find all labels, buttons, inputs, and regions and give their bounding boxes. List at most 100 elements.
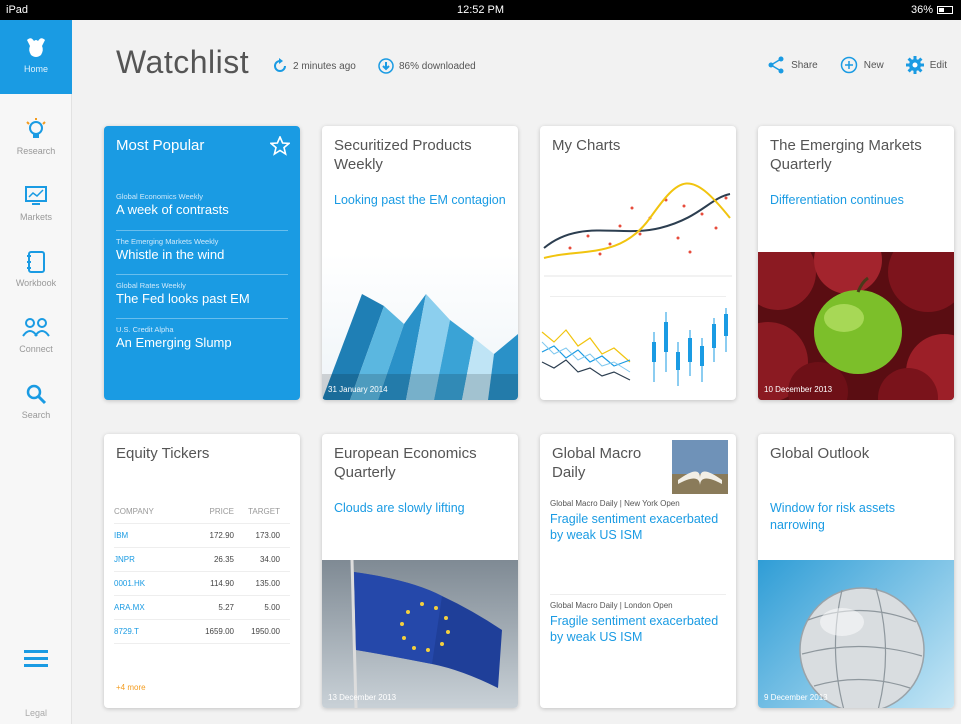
popular-series: U.S. Credit Alpha	[116, 325, 174, 334]
card-image: 31 January 2014	[322, 254, 518, 400]
column-header: COMPANY	[114, 507, 154, 516]
card-title: My Charts	[552, 137, 621, 154]
page-title: Watchlist	[116, 44, 250, 80]
workbook-icon	[27, 251, 45, 273]
gear-icon	[905, 56, 924, 74]
table-row[interactable]: ARA.MX 5.27 5.00	[114, 596, 290, 620]
clock: 12:52 PM	[456, 4, 505, 16]
multi-line-chart-thumbnail	[541, 329, 631, 381]
popular-headline: A week of contrasts	[116, 202, 229, 217]
table-row[interactable]: IBM 172.90 173.00	[114, 524, 290, 548]
ticker-symbol: JNPR	[114, 555, 135, 564]
table-row[interactable]: JNPR 26.35 34.00	[114, 548, 290, 572]
sidebar-item-label: Home	[23, 64, 48, 74]
macro-item[interactable]: Global Macro Daily | New York Open Fragi…	[550, 498, 726, 543]
table-row[interactable]: 0001.HK 114.90 135.00	[114, 572, 290, 596]
sidebar-item-markets[interactable]: Markets	[0, 172, 72, 238]
battery-indicator: 36%	[911, 4, 953, 16]
publish-date: 10 December 2013	[764, 385, 833, 394]
menu-icon[interactable]	[24, 650, 48, 671]
ticker-target: 5.00	[264, 603, 280, 612]
card-image: 13 December 2013	[322, 560, 518, 708]
card-title: Global Outlook	[770, 445, 870, 462]
ticker-price: 114.90	[210, 579, 234, 588]
publish-date: 31 January 2014	[328, 385, 388, 394]
share-button[interactable]: Share	[767, 56, 818, 74]
sidebar: Home Research Markets Workbook Connect S…	[0, 20, 72, 724]
macro-headline: Fragile sentiment exacerbated by weak US…	[550, 614, 719, 644]
ticker-price: 5.27	[218, 603, 234, 612]
card-securitized-products[interactable]: Securitized Products Weekly Looking past…	[322, 126, 518, 400]
card-emerging-markets[interactable]: The Emerging Markets Quarterly Different…	[758, 126, 954, 400]
column-header: TARGET	[248, 507, 280, 516]
popular-item[interactable]: Global Rates Weekly The Fed looks past E…	[116, 274, 288, 306]
card-most-popular[interactable]: Most Popular Global Economics Weekly A w…	[104, 126, 300, 400]
sidebar-item-research[interactable]: Research	[0, 106, 72, 172]
card-global-outlook[interactable]: Global Outlook Window for risk assets na…	[758, 434, 954, 708]
search-icon	[26, 384, 47, 405]
ticker-symbol: 0001.HK	[114, 579, 146, 588]
edit-label: Edit	[929, 59, 947, 71]
refresh-status[interactable]: 2 minutes ago	[272, 58, 356, 74]
popular-item[interactable]: Global Economics Weekly A week of contra…	[116, 186, 288, 217]
status-bar: iPad 12:52 PM 36%	[0, 0, 961, 20]
card-equity-tickers[interactable]: Equity Tickers COMPANY PRICE TARGET IBM …	[104, 434, 300, 708]
card-title: The Emerging Markets Quarterly	[770, 137, 922, 173]
ticker-target: 173.00	[255, 531, 280, 540]
people-icon	[22, 318, 50, 337]
popular-headline: Whistle in the wind	[116, 247, 225, 262]
sidebar-item-search[interactable]: Search	[0, 370, 72, 436]
sidebar-item-label: Connect	[19, 344, 53, 354]
apples-photo	[758, 252, 954, 400]
ticker-symbol: 8729.T	[114, 627, 139, 636]
table-row[interactable]: 8729.T 1659.00 1950.00	[114, 620, 290, 644]
new-button[interactable]: New	[840, 56, 884, 74]
download-status: 86% downloaded	[378, 58, 476, 74]
sidebar-item-home[interactable]: Home	[0, 20, 72, 94]
popular-headline: An Emerging Slump	[116, 335, 232, 350]
macro-series: Global Macro Daily | New York Open	[550, 499, 680, 508]
more-tickers-link[interactable]: +4 more	[116, 683, 146, 692]
scatter-line-chart-thumbnail	[543, 182, 732, 277]
candlestick-chart-thumbnail	[652, 308, 728, 386]
sidebar-item-label: Research	[16, 146, 56, 156]
sidebar-item-label: Search	[21, 410, 51, 420]
sidebar-item-workbook[interactable]: Workbook	[0, 238, 72, 304]
lightbulb-icon	[26, 118, 46, 138]
popular-headline: The Fed looks past EM	[116, 291, 250, 306]
publish-date: 13 December 2013	[328, 693, 397, 702]
share-icon	[768, 56, 784, 74]
card-my-charts[interactable]: My Charts	[540, 126, 736, 400]
sidebar-item-label: Workbook	[15, 278, 57, 288]
open-book-thumbnail	[672, 440, 728, 494]
ticker-target: 135.00	[255, 579, 280, 588]
download-icon	[378, 58, 394, 74]
sidebar-item-connect[interactable]: Connect	[0, 304, 72, 370]
bar-graph-illustration	[322, 294, 518, 400]
new-label: New	[863, 59, 884, 71]
monitor-chart-icon	[25, 186, 47, 205]
edit-button[interactable]: Edit	[905, 56, 947, 74]
legal-link[interactable]: Legal	[0, 708, 72, 718]
column-header: PRICE	[209, 507, 234, 516]
plus-circle-icon	[840, 56, 857, 74]
macro-item[interactable]: Global Macro Daily | London Open Fragile…	[550, 600, 726, 645]
star-icon[interactable]	[270, 136, 290, 156]
puzzle-globe-photo	[799, 587, 925, 708]
ticker-target: 1950.00	[251, 627, 280, 636]
card-subtitle: Differentiation continues	[770, 193, 904, 207]
ticker-table: COMPANY PRICE TARGET IBM 172.90 173.00 J…	[114, 500, 290, 644]
macro-series: Global Macro Daily | London Open	[550, 601, 673, 610]
popular-item[interactable]: The Emerging Markets Weekly Whistle in t…	[116, 230, 288, 262]
ticker-table-header: COMPANY PRICE TARGET	[114, 500, 290, 524]
downloaded-label: 86% downloaded	[399, 60, 476, 72]
popular-series: Global Rates Weekly	[116, 281, 186, 290]
header-actions: Share New Edit	[767, 56, 947, 74]
publish-date: 9 December 2013	[764, 693, 828, 702]
bull-logo-icon	[27, 38, 45, 57]
share-label: Share	[791, 59, 818, 71]
popular-item[interactable]: U.S. Credit Alpha An Emerging Slump	[116, 318, 288, 350]
card-european-economics[interactable]: European Economics Quarterly Clouds are …	[322, 434, 518, 708]
sidebar-item-label: Markets	[19, 212, 52, 222]
card-global-macro-daily[interactable]: Global Macro Daily Global Macro Daily | …	[540, 434, 736, 708]
